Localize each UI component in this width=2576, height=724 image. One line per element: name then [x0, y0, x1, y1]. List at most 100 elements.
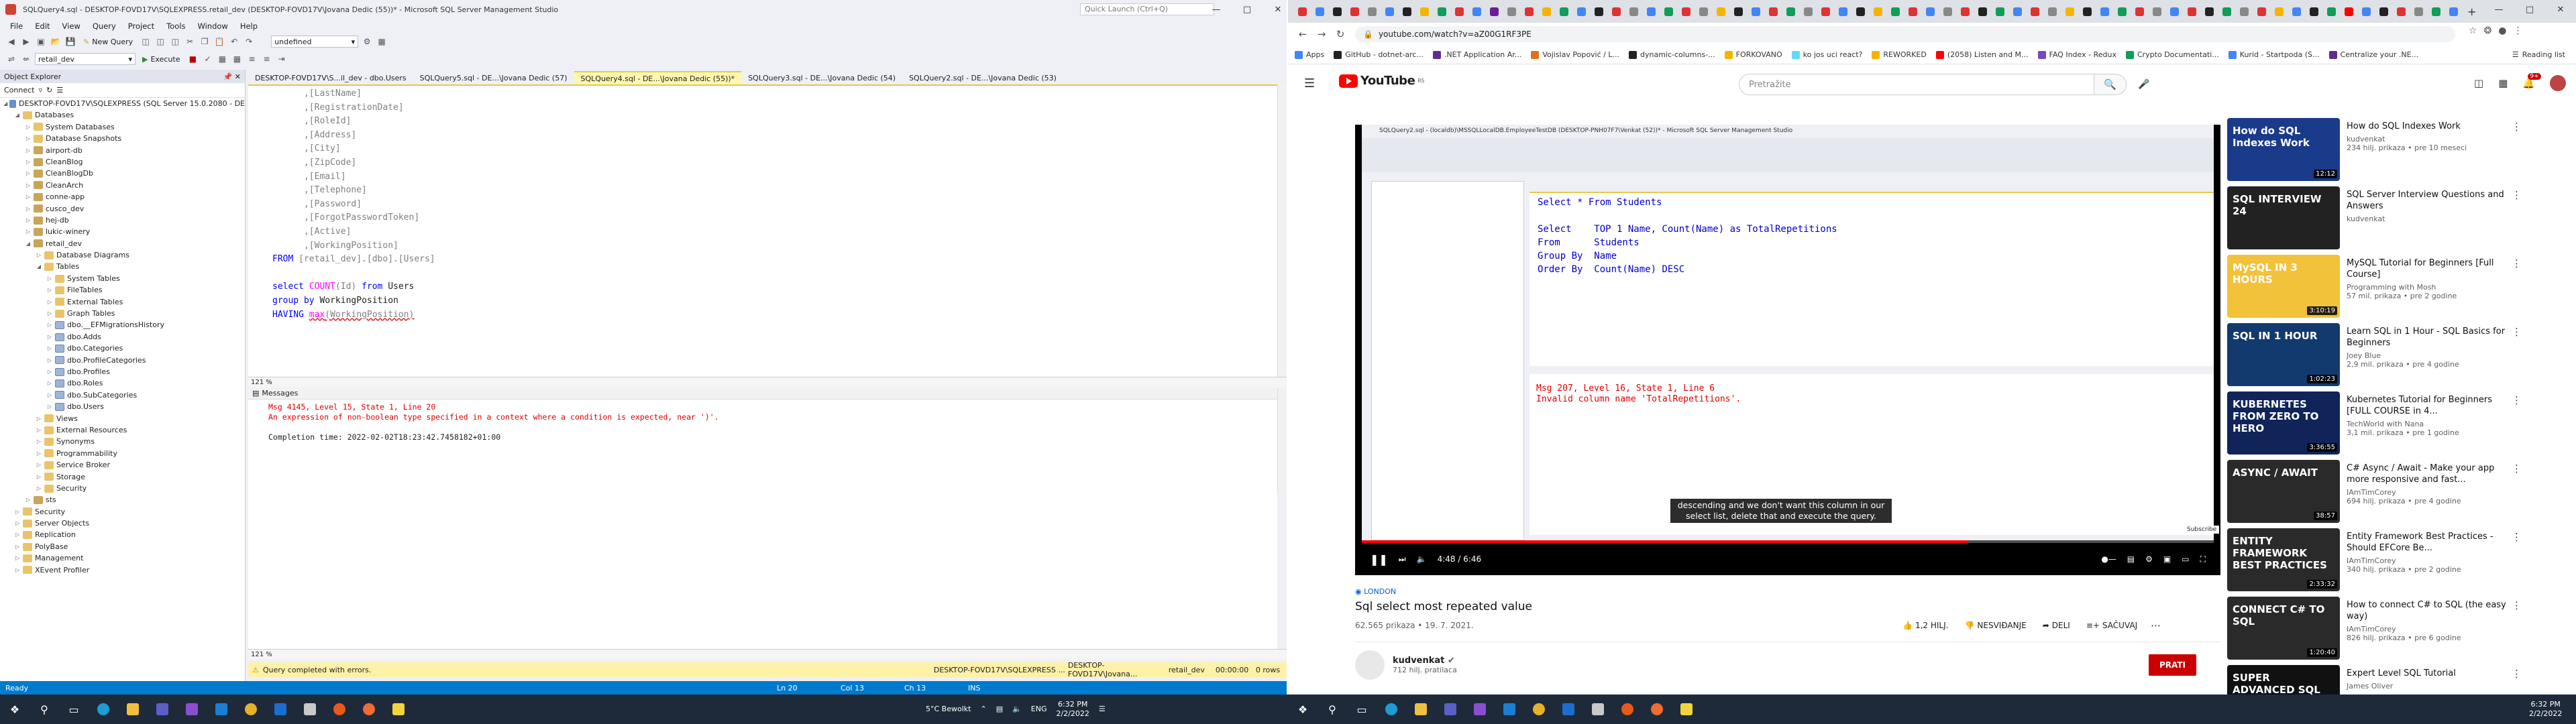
- video-thumbnail[interactable]: CONNECT C# TO SQL 1:20:40: [2227, 597, 2340, 660]
- recommendation-channel[interactable]: IAmTimCorey: [2347, 488, 2506, 497]
- back-icon[interactable]: ◀: [5, 36, 17, 48]
- recommendation-title[interactable]: C# Async / Await - Make your app more re…: [2347, 463, 2506, 485]
- expand-icon[interactable]: ▷: [46, 389, 54, 401]
- chrome-tab[interactable]: [1996, 7, 2004, 16]
- tree-node[interactable]: ▷ PolyBase: [3, 541, 245, 552]
- video-thumbnail[interactable]: KUBERNETES FROM ZERO TO HERO 3:36:55: [2227, 391, 2340, 455]
- tree-node[interactable]: ▷ System Databases: [3, 121, 245, 133]
- cut-icon[interactable]: ✂: [184, 36, 196, 48]
- video-thumbnail[interactable]: ENTITY FRAMEWORK BEST PRACTICES 2:33:32: [2227, 528, 2340, 591]
- new-project-icon[interactable]: ▣: [35, 36, 47, 48]
- expand-icon[interactable]: ▷: [35, 471, 43, 483]
- tree-node[interactable]: ◢ Databases: [3, 109, 245, 121]
- next-icon[interactable]: ⏭: [1399, 554, 1406, 564]
- expand-icon[interactable]: ▷: [46, 343, 54, 354]
- recommendation-channel[interactable]: IAmTimCorey: [2347, 625, 2506, 634]
- chrome-tab[interactable]: [1472, 7, 1481, 16]
- like-button[interactable]: 👍 1,2 HILJ.: [1898, 619, 1952, 632]
- recommendation-item[interactable]: MySQL IN 3 HOURS 3:10:19 MySQL Tutorial fo…: [2227, 255, 2522, 322]
- connect-icon[interactable]: ⇌: [5, 53, 17, 65]
- video-thumbnail[interactable]: How do SQL Indexes Work 12:12: [2227, 118, 2340, 181]
- miniplayer-icon[interactable]: ▣: [2163, 554, 2171, 564]
- bookmark-item[interactable]: (2058) Listen and M...: [1935, 50, 2029, 59]
- tree-node[interactable]: ▷ Database Diagrams: [3, 249, 245, 261]
- start-windows-icon[interactable]: ❖: [0, 695, 30, 724]
- minimize-icon[interactable]: —: [2483, 0, 2514, 19]
- connect-dropdown[interactable]: Connect: [4, 86, 34, 95]
- extensions-icon[interactable]: ❂: [2484, 25, 2492, 36]
- forward-icon[interactable]: ▶: [20, 36, 32, 48]
- reload-icon[interactable]: ↻: [1331, 25, 1350, 44]
- chrome-tab[interactable]: [1856, 7, 1865, 16]
- task-view-icon[interactable]: ▭: [59, 695, 89, 724]
- bookmark-item[interactable]: REWORKED: [1872, 50, 1927, 59]
- expand-icon[interactable]: ▷: [35, 413, 43, 424]
- expand-icon[interactable]: ▷: [35, 448, 43, 459]
- notifications-bell-icon[interactable]: 🔔 9+: [2522, 73, 2541, 89]
- expand-icon[interactable]: ▷: [13, 552, 21, 564]
- tree-node[interactable]: ▷ Programmability: [3, 448, 245, 459]
- recommendation-title[interactable]: Learn SQL in 1 Hour - SQL Basics for Beg…: [2347, 326, 2506, 349]
- tab-users-table[interactable]: DESKTOP-FOVD17V\S...il_dev - dbo.Users: [248, 71, 413, 84]
- tree-node[interactable]: ◢ Tables: [3, 261, 245, 272]
- tree-node[interactable]: ▷ XEvent Profiler: [3, 564, 245, 576]
- tree-node[interactable]: ▷ CleanBlogDb: [3, 168, 245, 179]
- tree-node[interactable]: ▷ Management: [3, 552, 245, 564]
- tree-node[interactable]: ▷ CleanBlog: [3, 156, 245, 168]
- bookmark-item[interactable]: Crypto Documentati...: [2125, 50, 2219, 59]
- expand-icon[interactable]: ▷: [24, 215, 32, 226]
- expand-icon[interactable]: ▷: [24, 156, 32, 168]
- toolbox-icon[interactable]: ▦: [376, 36, 388, 48]
- chrome-tab[interactable]: [1752, 7, 1760, 16]
- mail-icon[interactable]: [1554, 695, 1583, 724]
- tray-overflow-icon[interactable]: ⌃: [980, 705, 986, 714]
- recommendation-title[interactable]: SQL Server Interview Questions and Answe…: [2347, 189, 2506, 212]
- expand-icon[interactable]: ▷: [13, 564, 21, 576]
- recommendation-title[interactable]: How to connect C# to SQL (the easy way): [2347, 599, 2506, 622]
- chrome-tab[interactable]: [2414, 7, 2423, 16]
- chrome-tab[interactable]: [1978, 7, 1987, 16]
- estimated-plan-icon[interactable]: ▦: [216, 53, 228, 65]
- collapse-icon[interactable]: ◢: [24, 238, 32, 249]
- mic-icon[interactable]: 🎤: [2135, 75, 2153, 94]
- activity-icon[interactable]: ☰: [56, 86, 63, 95]
- save-button[interactable]: ≡+ SAČUVAJ: [2082, 619, 2141, 632]
- menu-query[interactable]: Query: [87, 21, 122, 31]
- chrome-tab[interactable]: [1664, 7, 1673, 16]
- expand-icon[interactable]: ▷: [24, 133, 32, 144]
- recommendation-channel[interactable]: James Oliver: [2347, 682, 2506, 690]
- teams-icon[interactable]: [1436, 695, 1465, 724]
- maximize-icon[interactable]: □: [2514, 0, 2545, 19]
- tree-node[interactable]: ▷ conne-app: [3, 191, 245, 202]
- messages-tab[interactable]: ▤ Messages: [248, 387, 1277, 400]
- tree-node[interactable]: ▷ Storage: [3, 471, 245, 483]
- chrome-tab[interactable]: [1507, 7, 1516, 16]
- recommendation-title[interactable]: Kubernetes Tutorial for Beginners [FULL …: [2347, 394, 2506, 417]
- expand-icon[interactable]: ▷: [24, 168, 32, 179]
- tree-node[interactable]: ◢ retail_dev: [3, 238, 245, 249]
- chrome-tab[interactable]: [1438, 7, 1446, 16]
- settings-gear-icon[interactable]: ⚙: [2145, 554, 2153, 564]
- close-icon[interactable]: ✕: [2545, 0, 2576, 19]
- expand-icon[interactable]: ▷: [35, 436, 43, 447]
- chrome-tab[interactable]: [1420, 7, 1429, 16]
- recommendation-item[interactable]: CONNECT C# TO SQL 1:20:40 How to connect C…: [2227, 597, 2522, 664]
- tree-node[interactable]: ▷ dbo.Users: [3, 401, 245, 412]
- dmx-icon[interactable]: ◫: [169, 36, 181, 48]
- database-query-icon[interactable]: ◫: [140, 36, 152, 48]
- tree-node[interactable]: ▷ Security: [3, 483, 245, 494]
- chrome-tab[interactable]: [1316, 7, 1324, 16]
- chrome-tab[interactable]: [1874, 7, 1882, 16]
- redo-icon[interactable]: ↷: [243, 36, 255, 48]
- subtitles-icon[interactable]: ▤: [2127, 554, 2135, 564]
- disconnect-icon[interactable]: ⇍: [20, 53, 32, 65]
- chrome-tab[interactable]: [2083, 7, 2092, 16]
- chrome-tab[interactable]: [1629, 7, 1638, 16]
- uncomment-icon[interactable]: ≡: [260, 53, 272, 65]
- expand-icon[interactable]: ▷: [46, 331, 54, 343]
- bookmark-item[interactable]: Kurid - Startpoda (S...: [2228, 50, 2320, 59]
- expand-icon[interactable]: ▷: [35, 483, 43, 494]
- menu-window[interactable]: Window: [191, 21, 233, 31]
- recommendation-title[interactable]: Expert Level SQL Tutorial: [2347, 668, 2506, 679]
- new-query-button[interactable]: ✎ New Query: [79, 35, 137, 48]
